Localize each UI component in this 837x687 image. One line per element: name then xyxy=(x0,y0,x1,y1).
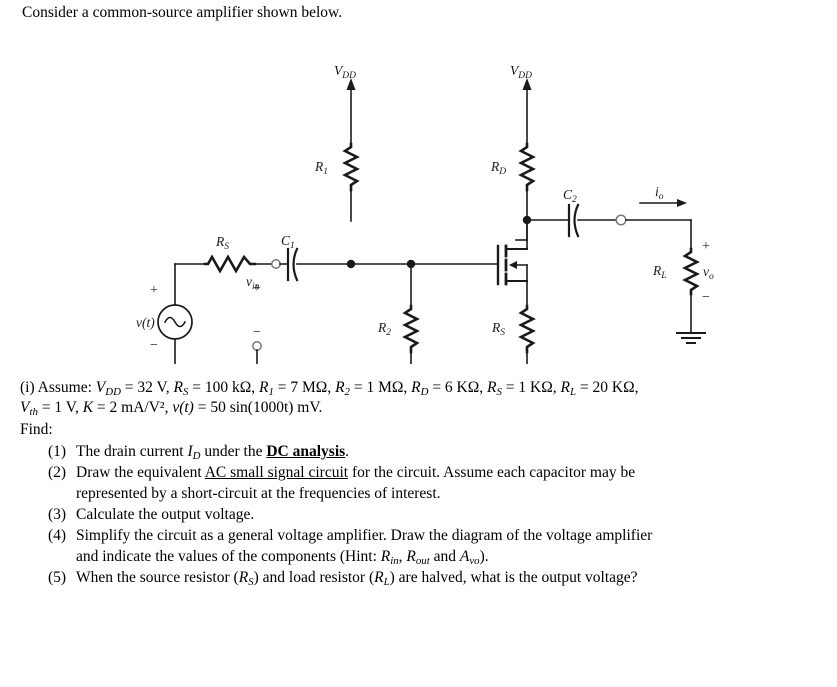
document-page: Consider a common-source amplifier shown… xyxy=(0,0,837,687)
given-symbol: K xyxy=(82,399,94,416)
question-4-number: (4) xyxy=(48,527,67,544)
ac-source-sine xyxy=(163,316,187,328)
given-symbol: RL xyxy=(560,379,577,399)
intro-sentence: Consider a common-source amplifier shown… xyxy=(22,4,343,21)
question-4-pre: Simplify the circuit as a general voltag… xyxy=(76,527,653,544)
given-symbol: RS xyxy=(487,379,502,399)
r1-node-dot xyxy=(346,259,356,269)
given-values-list-2: Vth = 1 V, K = 2 mA/V², v(t) = 50 sin(10… xyxy=(20,399,323,419)
given-value: = 6 KΩ xyxy=(428,379,480,396)
question-5-number: (5) xyxy=(48,569,67,586)
given-value: = 20 KΩ xyxy=(576,379,635,396)
question-4-rin: Rin xyxy=(380,548,399,568)
input-terminal-node xyxy=(271,259,281,269)
circuit-svg: VDD VDD R1 RD R2 RS RS RL C1 C2 io vo + … xyxy=(136,63,714,364)
find-label: Find: xyxy=(20,421,53,438)
label-vo-minus: − xyxy=(702,290,710,305)
question-2-emphasis: AC small signal circuit xyxy=(204,464,349,481)
label-vt-minus: − xyxy=(150,338,158,353)
label-vt: v(t) xyxy=(136,315,155,330)
question-1-symbol: ID xyxy=(187,443,201,463)
label-io: io xyxy=(655,184,664,202)
question-4-avo: Avo xyxy=(459,548,480,568)
question-4-rout: Rout xyxy=(406,548,430,568)
given-symbol: VDD xyxy=(95,379,121,399)
label-r2: R2 xyxy=(377,320,391,338)
question-1-mid: under the xyxy=(200,443,267,460)
resistor-rd xyxy=(518,142,536,192)
given-symbol: RD xyxy=(411,379,429,399)
question-4-line2-pre: and indicate the values of the component… xyxy=(76,548,381,565)
question-1-post: . xyxy=(345,443,350,460)
given-symbol: v(t) xyxy=(172,399,194,416)
given-line-2: Vth = 1 V, K = 2 mA/V², v(t) = 50 sin(10… xyxy=(20,398,322,423)
given-prefix: (i) Assume: xyxy=(20,379,92,396)
label-vin-minus: − xyxy=(253,325,261,340)
resistor-rs-source xyxy=(518,304,536,354)
label-vin-plus: + xyxy=(253,281,261,296)
given-value: = 50 sin(1000t) mV xyxy=(193,399,319,416)
label-rd: RD xyxy=(490,159,506,177)
question-3: (3) Calculate the output voltage. xyxy=(48,505,254,526)
label-r1: R1 xyxy=(314,159,328,177)
question-4-mid2: and xyxy=(429,548,460,565)
label-vo: vo xyxy=(703,264,714,282)
given-value: = 7 MΩ xyxy=(273,379,328,396)
circuit-diagram: VDD VDD R1 RD R2 RS RS RL C1 C2 io vo + … xyxy=(0,44,837,364)
label-c2: C2 xyxy=(563,187,577,205)
question-5-pre: When the source resistor ( xyxy=(76,569,239,586)
question-5-rl: RL xyxy=(374,569,390,589)
question-5-rs: RS xyxy=(238,569,254,589)
question-2: (2) Draw the equivalent AC small signal c… xyxy=(48,463,635,484)
question-1-pre: The drain current xyxy=(76,443,188,460)
given-symbol: Vth xyxy=(20,399,38,419)
label-rs-source: RS xyxy=(491,320,505,338)
resistor-r1 xyxy=(342,142,360,192)
given-value: = 2 mA/V² xyxy=(93,399,165,416)
output-terminal-node xyxy=(615,214,627,226)
question-1-number: (1) xyxy=(48,443,67,460)
resistor-r2 xyxy=(402,304,420,354)
given-values-list: VDD = 32 V, RS = 100 kΩ, R1 = 7 MΩ, R2 =… xyxy=(95,379,639,399)
question-4-end: ). xyxy=(479,548,489,565)
question-5-post: ) are halved, what is the output voltage… xyxy=(389,569,638,586)
question-2-post: for the circuit. Assume each capacitor m… xyxy=(348,464,636,481)
question-1-emphasis: DC analysis xyxy=(266,443,346,460)
label-rs-series: RS xyxy=(215,234,229,252)
question-5-mid: ) and load resistor ( xyxy=(253,569,375,586)
label-vdd-left: VDD xyxy=(334,63,356,81)
given-value: = 32 V xyxy=(120,379,166,396)
question-4: (4) Simplify the circuit as a general vol… xyxy=(48,526,652,547)
label-vo-plus: + xyxy=(702,239,710,254)
label-vt-plus: + xyxy=(150,283,158,298)
question-2-number: (2) xyxy=(48,464,67,481)
given-symbol: R1 xyxy=(259,379,274,399)
question-3-text: Calculate the output voltage. xyxy=(76,506,255,523)
io-arrow-head xyxy=(677,199,687,207)
label-rl: RL xyxy=(652,263,667,281)
resistor-rl xyxy=(682,247,700,296)
question-3-number: (3) xyxy=(48,506,67,523)
given-symbol: RS xyxy=(173,379,189,399)
question-2-line2: represented by a short-circuit at the fr… xyxy=(76,485,441,502)
mosfet-body-arrowhead xyxy=(509,261,517,269)
given-value: = 100 kΩ xyxy=(188,379,252,396)
given-value: = 1 V xyxy=(37,399,75,416)
resistor-rs-series xyxy=(203,254,257,274)
given-value: = 1 KΩ xyxy=(501,379,553,396)
vin-terminal-node xyxy=(252,341,262,351)
given-value: = 1 MΩ xyxy=(349,379,404,396)
question-2-pre: Draw the equivalent xyxy=(76,464,205,481)
label-vdd-right: VDD xyxy=(510,63,532,81)
given-symbol: R2 xyxy=(335,379,350,399)
question-5: (5) When the source resistor (RS) and loa… xyxy=(48,568,638,593)
